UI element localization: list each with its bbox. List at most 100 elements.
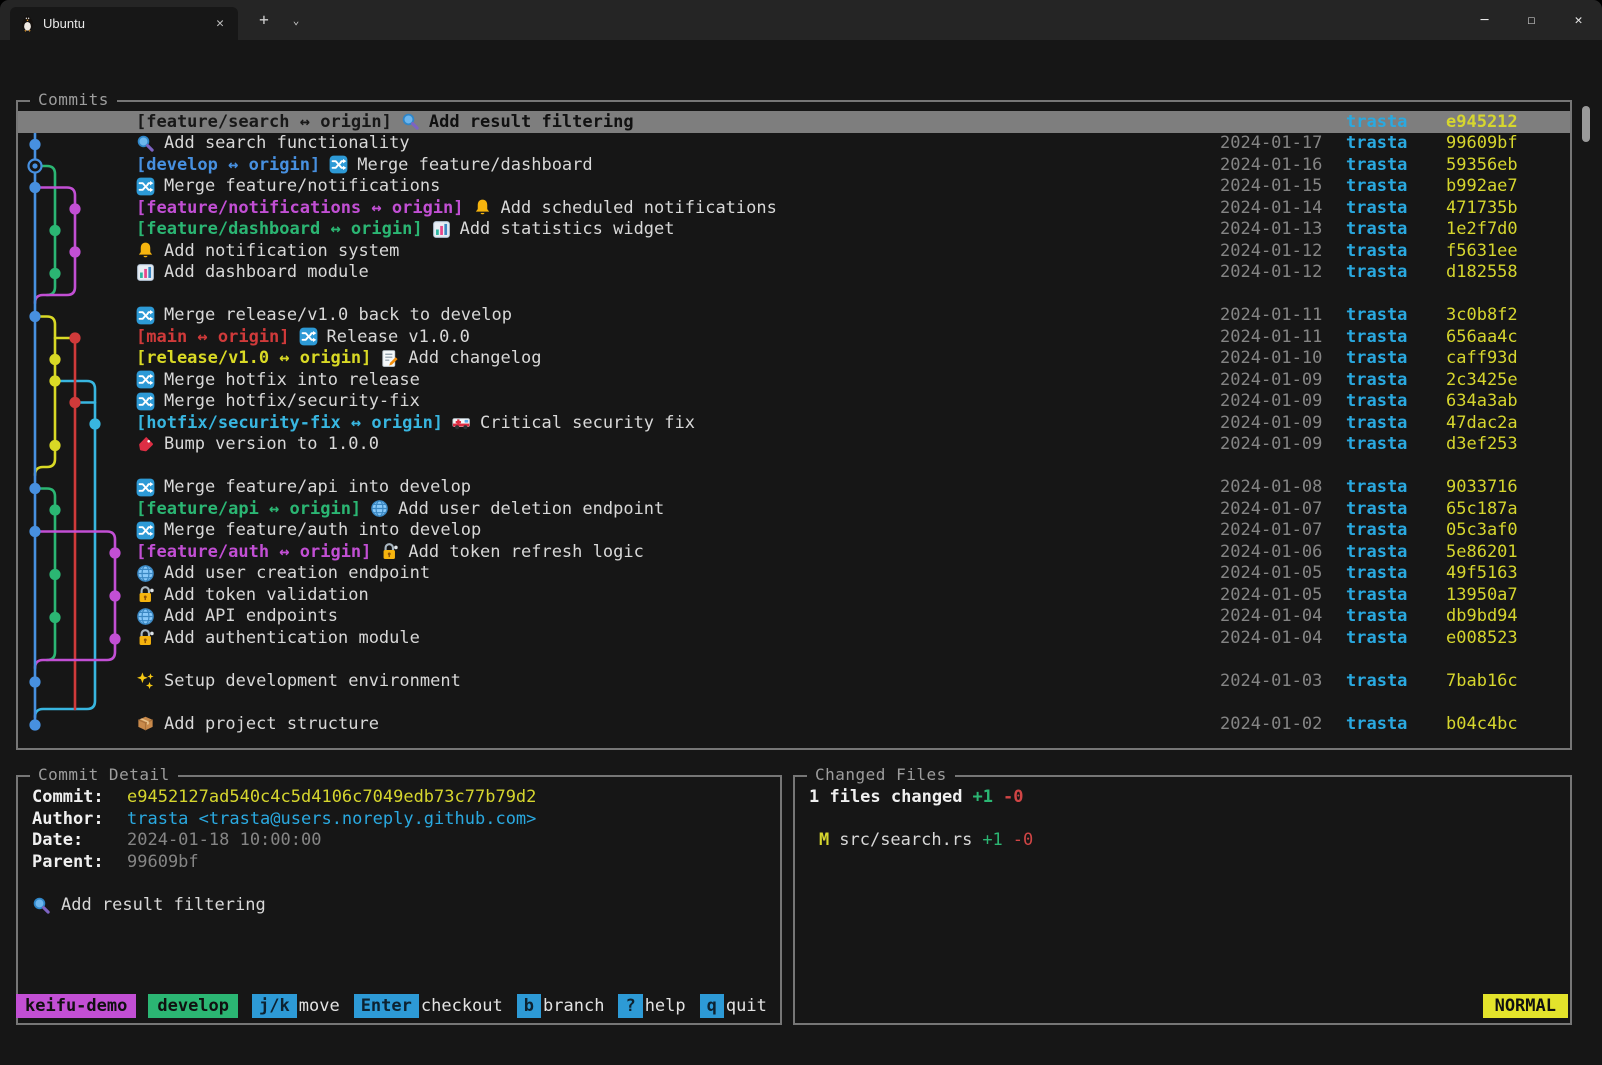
commit-hash: 99609bf xyxy=(1446,133,1520,153)
commit-row[interactable]: Bump version to 1.0.02024-01-09trastad3e… xyxy=(18,434,1570,456)
commit-row[interactable]: Add API endpoints2024-01-04trastadb9bd94 xyxy=(18,606,1570,628)
commit-message: Release v1.0.0 xyxy=(327,327,1220,347)
detail-field: Commit:e9452127ad540c4c5d4106c7049edb73c… xyxy=(32,787,766,809)
globe-icon xyxy=(136,564,155,583)
merge-icon xyxy=(136,370,155,389)
commit-row[interactable]: Add search functionality2024-01-17trasta… xyxy=(18,133,1570,155)
minimize-button[interactable]: ─ xyxy=(1461,0,1508,40)
commit-row-spacer xyxy=(18,692,1570,714)
deletions-count: -0 xyxy=(1003,787,1023,807)
commit-author: trasta xyxy=(1346,499,1410,519)
commit-message: Add result filtering xyxy=(429,112,1220,132)
tab-ubuntu[interactable]: Ubuntu ✕ xyxy=(10,7,238,40)
commit-hash: 47dac2a xyxy=(1446,413,1520,433)
branch-ref: [feature/auth ↔ origin] xyxy=(136,542,371,562)
key-label: move xyxy=(299,996,340,1016)
commit-row[interactable]: Add authentication module2024-01-04 trast… xyxy=(18,627,1570,649)
branch-ref: [hotfix/security-fix ↔ origin] xyxy=(136,413,443,433)
commit-hash: d182558 xyxy=(1446,262,1520,282)
commit-row[interactable]: Merge release/v1.0 back to develop2024-0… xyxy=(18,305,1570,327)
commit-hash: b04c4bc xyxy=(1446,714,1520,734)
merge-icon xyxy=(136,306,155,325)
commit-date: 2024-01-08 xyxy=(1220,477,1324,497)
commit-date: 2024-01-07 xyxy=(1220,520,1324,540)
detail-field: Parent:99609bf xyxy=(32,852,766,874)
commit-row[interactable]: [hotfix/security-fix ↔ origin] Critical s… xyxy=(18,412,1570,434)
tab-dropdown-icon[interactable]: ⌄ xyxy=(282,14,310,27)
commit-message: Critical security fix xyxy=(480,413,1220,433)
commit-row[interactable]: [feature/search ↔ origin]Add result filt… xyxy=(18,111,1570,133)
key-hint: j/kmove xyxy=(252,994,340,1018)
changed-file-row[interactable]: Msrc/search.rs+1-0 xyxy=(809,830,1556,852)
search-icon xyxy=(401,112,420,131)
commit-hash: 9033716 xyxy=(1446,477,1520,497)
commit-row[interactable]: Merge hotfix into release2024-01-09trast… xyxy=(18,369,1570,391)
commit-date: 2024-01-05 xyxy=(1220,585,1324,605)
commit-message: Add API endpoints xyxy=(164,606,1220,626)
file-deletions: -0 xyxy=(1013,830,1033,850)
file-additions: +1 xyxy=(982,830,1002,850)
close-button[interactable]: ✕ xyxy=(1555,0,1602,40)
commit-author: trasta xyxy=(1346,413,1410,433)
commit-message: Add authentication module xyxy=(164,628,1220,648)
key-badge: j/k xyxy=(252,994,297,1018)
new-tab-button[interactable]: + xyxy=(250,10,278,29)
commit-date: 2024-01-04 xyxy=(1220,606,1324,626)
tab-title: Ubuntu xyxy=(43,16,212,31)
file-path: src/search.rs xyxy=(839,830,972,850)
commit-row[interactable]: [develop ↔ origin]Merge feature/dashboar… xyxy=(18,154,1570,176)
terminal-window: Ubuntu ✕ + ⌄ ─ ☐ ✕ Commits xyxy=(0,0,1602,1065)
key-hint: Entercheckout xyxy=(354,994,503,1018)
commit-message: Add scheduled notifications xyxy=(501,198,1220,218)
commit-hash: 65c187a xyxy=(1446,499,1520,519)
commit-message: Add project structure xyxy=(164,714,1220,734)
commit-message: Merge release/v1.0 back to develop xyxy=(164,305,1220,325)
commit-row[interactable]: [feature/notifications ↔ origin]Add sche… xyxy=(18,197,1570,219)
branch-ref: [feature/api ↔ origin] xyxy=(136,499,361,519)
commit-row-spacer xyxy=(18,283,1570,305)
commit-detail-title: Commit Detail xyxy=(30,765,178,784)
commit-row[interactable]: Merge feature/api into develop2024-01-08… xyxy=(18,477,1570,499)
commit-row[interactable]: [feature/api ↔ origin]Add user deletion … xyxy=(18,498,1570,520)
commit-row[interactable]: Add project structure2024-01-02trastab04… xyxy=(18,713,1570,735)
commit-date: 2024-01-04 xyxy=(1220,628,1324,648)
commit-row[interactable]: Add token validation2024-01-05trasta1395… xyxy=(18,584,1570,606)
merge-icon xyxy=(329,155,348,174)
globe-icon xyxy=(370,499,389,518)
commit-author: trasta xyxy=(1346,542,1410,562)
commit-message: Add changelog xyxy=(408,348,1220,368)
commit-message-text: Add result filtering xyxy=(61,895,266,917)
commit-row[interactable]: Merge hotfix/security-fix2024-01-09trast… xyxy=(18,391,1570,413)
commit-row[interactable]: Add notification system2024-01-12trastaf… xyxy=(18,240,1570,262)
key-badge: ? xyxy=(618,994,642,1018)
branch-ref: [develop ↔ origin] xyxy=(136,155,320,175)
commit-message: Add search functionality xyxy=(164,133,1220,153)
maximize-button[interactable]: ☐ xyxy=(1508,0,1555,40)
commit-row[interactable]: Add dashboard module2024-01-12trastad182… xyxy=(18,262,1570,284)
commit-date: 2024-01-12 xyxy=(1220,241,1324,261)
merge-icon xyxy=(136,478,155,497)
commit-row[interactable]: Setup development environment2024-01-03t… xyxy=(18,670,1570,692)
commit-row[interactable]: [feature/auth ↔ origin]Add token refresh… xyxy=(18,541,1570,563)
commit-row[interactable]: [main ↔ origin]Release v1.0.02024-01-11t… xyxy=(18,326,1570,348)
package-icon xyxy=(136,714,155,733)
commit-row[interactable]: Merge feature/notifications2024-01-15tra… xyxy=(18,176,1570,198)
commit-list: [feature/search ↔ origin]Add result filt… xyxy=(18,102,1570,748)
commit-message: Setup development environment xyxy=(164,671,1220,691)
commit-row[interactable]: Merge feature/auth into develop2024-01-0… xyxy=(18,520,1570,542)
commit-author: trasta xyxy=(1346,628,1410,648)
repo-badge: keifu-demo xyxy=(16,994,136,1018)
tab-close-icon[interactable]: ✕ xyxy=(212,16,228,31)
commit-message: Merge feature/api into develop xyxy=(164,477,1220,497)
scrollbar-thumb[interactable] xyxy=(1582,106,1590,142)
commits-panel: Commits xyxy=(16,100,1572,750)
commit-date: 2024-01-16 xyxy=(1220,155,1324,175)
commit-row[interactable]: [release/v1.0 ↔ origin]Add changelog2024… xyxy=(18,348,1570,370)
commit-hash: 49f5163 xyxy=(1446,563,1520,583)
commit-row[interactable]: Add user creation endpoint2024-01-05tras… xyxy=(18,563,1570,585)
commit-author: trasta xyxy=(1346,176,1410,196)
ubuntu-tux-icon xyxy=(20,15,35,32)
commit-message: Merge feature/auth into develop xyxy=(164,520,1220,540)
commit-row[interactable]: [feature/dashboard ↔ origin]Add statisti… xyxy=(18,219,1570,241)
commit-message: Merge hotfix into release xyxy=(164,370,1220,390)
